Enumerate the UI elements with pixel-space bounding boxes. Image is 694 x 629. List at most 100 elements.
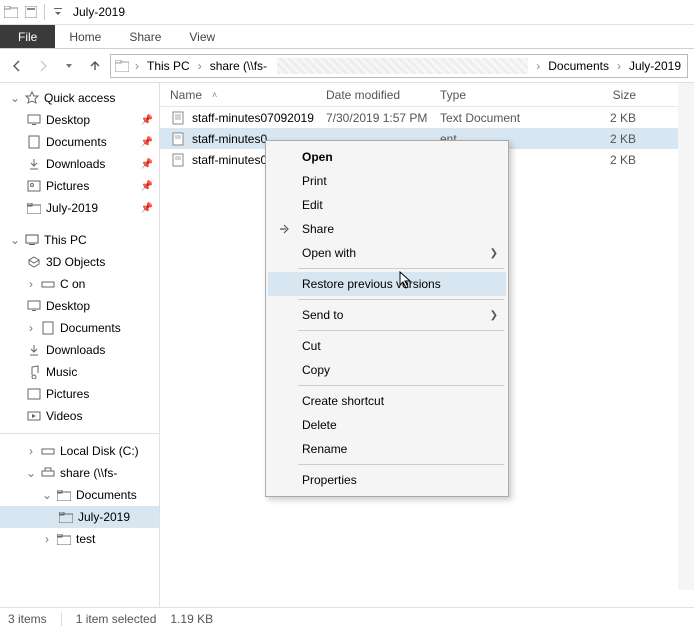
network-drive-icon [40,465,56,481]
chevron-right-icon[interactable]: › [615,59,623,73]
document-icon [40,320,56,336]
pictures-icon [26,178,42,194]
cm-restore-previous-versions[interactable]: Restore previous versions [268,272,506,296]
nav-share-documents[interactable]: ⌄Documents [0,484,159,506]
text-file-icon [170,110,186,126]
separator [298,385,504,386]
status-item-count: 3 items [8,612,47,626]
nav-label: Quick access [44,91,115,105]
cm-open[interactable]: Open [268,145,506,169]
col-type[interactable]: Type [440,88,568,102]
cm-edit[interactable]: Edit [268,193,506,217]
nav-desktop[interactable]: Desktop [0,295,159,317]
crumb-july[interactable]: July-2019 [625,59,685,73]
document-icon [26,134,42,150]
chevron-right-icon[interactable]: › [196,59,204,73]
col-name[interactable]: Name˄ [170,88,326,102]
nav-downloads[interactable]: Downloads [0,339,159,361]
nav-quick-access[interactable]: ⌄ Quick access [0,87,159,109]
nav-local-disk[interactable]: › Local Disk (C:) [0,440,159,462]
nav-share-july[interactable]: July-2019 [0,506,159,528]
file-name: staff-minutes0 [192,132,267,146]
nav-c-on[interactable]: › C on [0,273,159,295]
computer-icon [24,232,40,248]
navigation-pane[interactable]: ⌄ Quick access Desktop📌 Documents📌 Downl… [0,83,160,612]
cm-label: Restore previous versions [302,277,441,291]
nav-label: This PC [44,233,87,247]
status-selected: 1 item selected [76,612,157,626]
quick-access-toolbar [2,3,67,21]
tab-view[interactable]: View [175,25,229,48]
col-date[interactable]: Date modified [326,88,440,102]
tab-share[interactable]: Share [115,25,175,48]
separator [298,299,504,300]
col-size[interactable]: Size [568,88,646,102]
nav-label: Local Disk (C:) [60,444,139,458]
cm-send-to[interactable]: Send to❯ [268,303,506,327]
chevron-down-icon[interactable]: ⌄ [26,466,36,480]
dropdown-icon[interactable] [49,3,67,21]
vertical-scrollbar[interactable] [678,83,694,590]
nav-qa-documents[interactable]: Documents📌 [0,131,159,153]
cm-label: Create shortcut [302,394,384,408]
crumb-share[interactable]: share (\\fs- [206,59,271,73]
tab-file[interactable]: File [0,25,55,48]
cm-label: Delete [302,418,337,432]
nav-qa-july[interactable]: July-2019📌 [0,197,159,219]
properties-icon[interactable] [22,3,40,21]
nav-this-pc[interactable]: ⌄ This PC [0,229,159,251]
up-button[interactable] [84,55,106,77]
nav-label: Videos [46,409,82,423]
cm-open-with[interactable]: Open with❯ [268,241,506,265]
cm-delete[interactable]: Delete [268,413,506,437]
pictures-icon [26,386,42,402]
folder-icon [58,509,74,525]
crumb-redacted [277,58,528,74]
cm-print[interactable]: Print [268,169,506,193]
nav-label: C on [60,277,85,291]
cm-share[interactable]: Share [268,217,506,241]
chevron-right-icon[interactable]: › [133,59,141,73]
cm-rename[interactable]: Rename [268,437,506,461]
history-dropdown-icon[interactable] [58,55,80,77]
chevron-right-icon[interactable]: › [42,532,52,546]
file-name: staff-minutes0 [192,153,267,167]
column-headers[interactable]: Name˄ Date modified Type Size [160,83,694,107]
nav-share-test[interactable]: ›test [0,528,159,550]
star-icon [24,90,40,106]
nav-videos[interactable]: Videos [0,405,159,427]
folder-icon [56,487,72,503]
chevron-down-icon[interactable]: ⌄ [10,233,20,247]
chevron-down-icon[interactable]: ⌄ [42,488,52,502]
file-size: 2 KB [568,132,646,146]
nav-qa-desktop[interactable]: Desktop📌 [0,109,159,131]
file-row[interactable]: staff-minutes07092019 7/30/2019 1:57 PM … [160,107,694,128]
nav-music[interactable]: Music [0,361,159,383]
tab-home[interactable]: Home [55,25,115,48]
nav-documents[interactable]: ›Documents [0,317,159,339]
nav-qa-downloads[interactable]: Downloads📌 [0,153,159,175]
cm-copy[interactable]: Copy [268,358,506,382]
cm-cut[interactable]: Cut [268,334,506,358]
nav-pictures[interactable]: Pictures [0,383,159,405]
chevron-right-icon[interactable]: › [26,277,36,291]
cm-create-shortcut[interactable]: Create shortcut [268,389,506,413]
nav-qa-pictures[interactable]: Pictures📌 [0,175,159,197]
nav-share[interactable]: ⌄share (\\fs- [0,462,159,484]
pin-icon: 📌 [141,115,153,126]
chevron-down-icon[interactable]: ⌄ [10,91,20,105]
forward-button[interactable] [32,55,54,77]
cm-properties[interactable]: Properties [268,468,506,492]
crumb-this-pc[interactable]: This PC [143,59,194,73]
cm-label: Copy [302,363,330,377]
address-bar[interactable]: › This PC › share (\\fs- › Documents › J… [110,54,688,78]
nav-3dobjects[interactable]: 3D Objects [0,251,159,273]
chevron-right-icon[interactable]: › [26,321,36,335]
status-size: 1.19 KB [170,612,213,626]
crumb-documents[interactable]: Documents [544,59,613,73]
nav-label: Downloads [46,343,105,357]
back-button[interactable] [6,55,28,77]
chevron-right-icon[interactable]: › [534,59,542,73]
chevron-right-icon[interactable]: › [26,444,36,458]
nav-label: 3D Objects [46,255,105,269]
